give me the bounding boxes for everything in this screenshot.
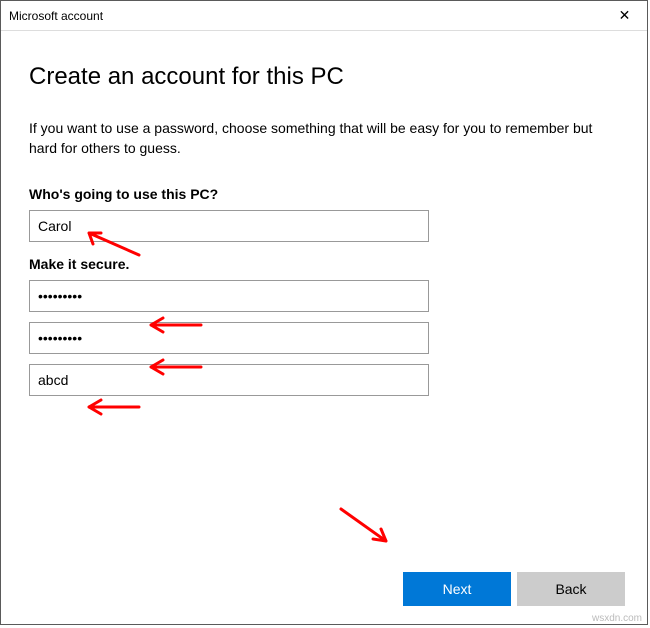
page-title: Create an account for this PC [29,63,619,91]
annotation-arrow-icon [331,501,401,551]
close-button[interactable]: ✕ [602,1,647,30]
watermark: wsxdn.com [592,613,642,624]
content-area: Create an account for this PC If you wan… [1,31,647,624]
back-button[interactable]: Back [517,572,625,606]
footer-buttons: Next Back [403,572,625,606]
annotation-arrow-icon [79,393,149,423]
username-label: Who's going to use this PC? [29,186,619,202]
password-hint-field[interactable] [29,364,429,396]
password-field[interactable] [29,280,429,312]
next-button[interactable]: Next [403,572,511,606]
titlebar: Microsoft account ✕ [1,1,647,31]
close-icon: ✕ [619,7,631,24]
password-section-label: Make it secure. [29,256,619,272]
confirm-password-field[interactable] [29,322,429,354]
page-subtext: If you want to use a password, choose so… [29,119,599,158]
dialog-window: Microsoft account ✕ Create an account fo… [0,0,648,625]
username-field[interactable] [29,210,429,242]
window-title: Microsoft account [9,9,103,23]
